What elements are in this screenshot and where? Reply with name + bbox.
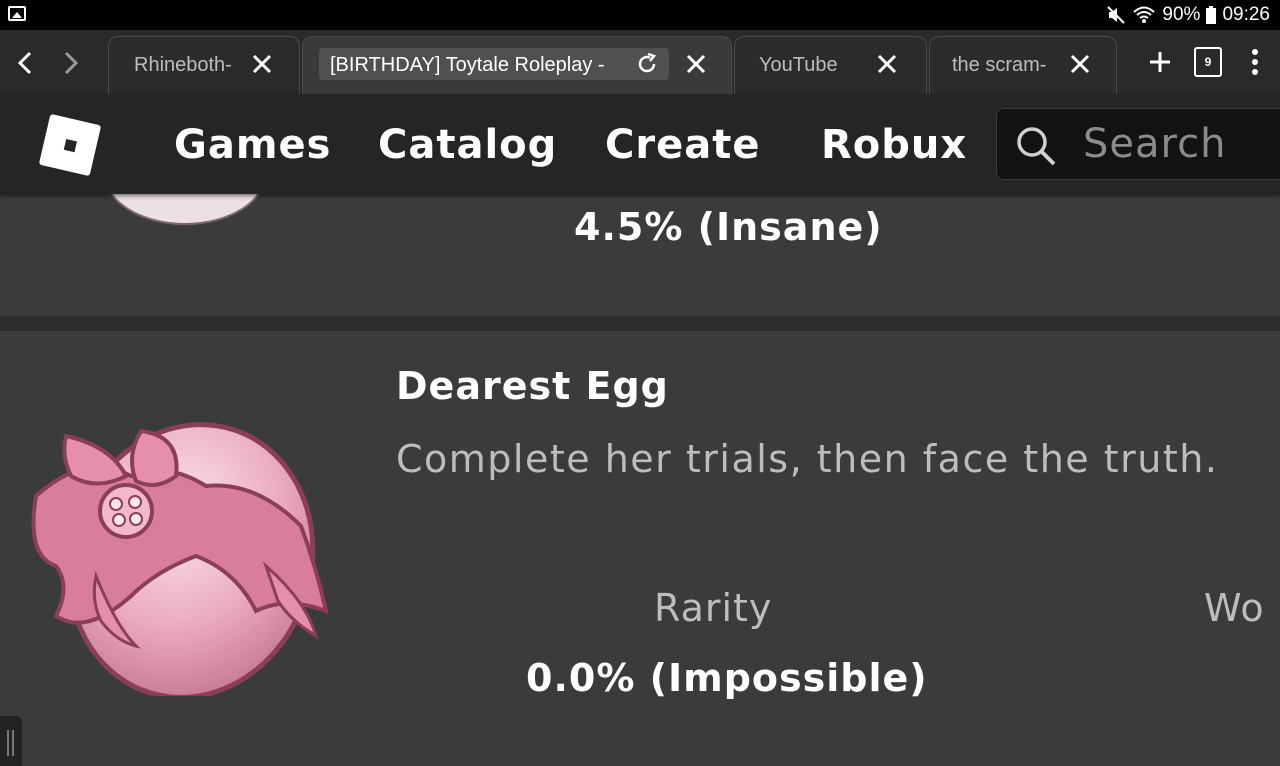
status-right: 90% 09:26 <box>1106 3 1270 27</box>
rarity-label: Rarity <box>654 586 773 630</box>
battery-percent: 90% <box>1162 4 1201 25</box>
search-input[interactable] <box>1083 121 1280 167</box>
reload-icon[interactable] <box>635 52 659 76</box>
nav-create[interactable]: Create <box>605 119 760 171</box>
nav-catalog[interactable]: Catalog <box>378 119 557 171</box>
close-icon[interactable] <box>684 52 708 76</box>
rarity-value: 0.0% (Impossible) <box>526 656 928 700</box>
nav-games[interactable]: Games <box>174 119 331 171</box>
mute-icon <box>1106 5 1126 25</box>
close-icon[interactable] <box>250 52 274 76</box>
roblox-header: Games Catalog Create Robux <box>0 95 1280 194</box>
previous-badge-image <box>100 194 270 226</box>
status-bar: 90% 09:26 <box>0 0 1280 30</box>
badge-image <box>16 396 336 700</box>
tab-switcher-button[interactable]: 9 <box>1194 47 1222 77</box>
tab-label: Rhineboth- <box>134 54 232 76</box>
nav-robux[interactable]: Robux <box>821 119 967 171</box>
tab-youtube[interactable]: YouTube <box>734 36 927 94</box>
plus-icon <box>1150 52 1170 72</box>
tab-label: [BIRTHDAY] Toytale Roleplay - <box>330 54 605 76</box>
previous-badge-rarity: 4.5% (Insane) <box>574 205 883 249</box>
tab-count: 9 <box>1204 55 1212 69</box>
forward-button[interactable] <box>56 48 86 78</box>
tab-label: YouTube <box>759 54 838 76</box>
chevron-left-icon <box>17 51 32 75</box>
close-icon[interactable] <box>875 52 899 76</box>
tab-the-scram[interactable]: the scram- <box>929 36 1117 94</box>
side-drag-handle[interactable] <box>0 716 22 766</box>
roblox-logo[interactable] <box>38 113 102 177</box>
gallery-icon <box>8 6 26 21</box>
won-label: Wo <box>1204 586 1265 630</box>
more-vertical-icon <box>1252 49 1258 75</box>
badge-title: Dearest Egg <box>396 364 669 408</box>
battery-icon <box>1206 6 1217 24</box>
wifi-icon <box>1132 5 1156 25</box>
tab-toytale-roleplay[interactable]: [BIRTHDAY] Toytale Roleplay - <box>302 36 732 94</box>
browser-menu-button[interactable] <box>1244 46 1266 78</box>
divider <box>0 316 1280 331</box>
badge-description: Complete her trials, then face the truth… <box>396 437 1219 481</box>
clock: 09:26 <box>1222 4 1270 25</box>
tab-rhineboth[interactable]: Rhineboth- <box>108 36 300 94</box>
back-button[interactable] <box>10 48 40 78</box>
close-icon[interactable] <box>1068 52 1092 76</box>
new-tab-button[interactable] <box>1146 48 1174 76</box>
search-box <box>996 108 1280 180</box>
search-icon <box>1017 127 1056 166</box>
tab-label: the scram- <box>952 54 1047 76</box>
browser-tab-strip: Rhineboth- [BIRTHDAY] Toytale Roleplay -… <box>0 30 1280 95</box>
chevron-right-icon <box>64 51 79 75</box>
